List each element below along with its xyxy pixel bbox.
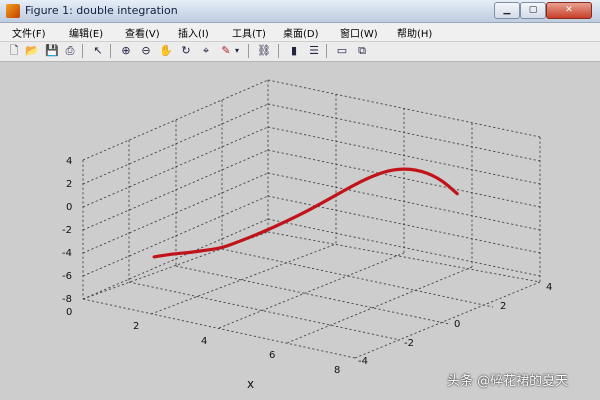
dropdown-arrow-icon[interactable]: ▾ (232, 43, 242, 59)
x-tick-label: 2 (133, 321, 139, 332)
link-plot-icon[interactable]: ⛓ (256, 43, 272, 59)
figure-toolbar: 🗋 📂 💾 ⎙ ↖ ⊕ ⊖ ✋ ↻ ⌖ ✎ ▾ ⛓ ▮ ☰ ▭ ⧉ (0, 42, 600, 62)
pan-hand-icon[interactable]: ✋ (158, 43, 174, 59)
menu-edit[interactable]: 编辑(E) (69, 25, 103, 40)
y-tick-label: 0 (454, 319, 460, 330)
zoom-in-icon[interactable]: ⊕ (118, 43, 134, 59)
menu-file[interactable]: 文件(F) (12, 25, 46, 40)
y-tick-label: -2 (404, 338, 414, 349)
menu-view[interactable]: 查看(V) (125, 25, 160, 40)
z-tick-label: 4 (66, 156, 72, 167)
z-tick-label: -4 (62, 248, 72, 259)
menu-desktop[interactable]: 桌面(D) (283, 25, 319, 40)
curve-series-line (152, 167, 459, 259)
matlab-figure-icon (6, 4, 20, 18)
toolbar-separator (82, 44, 83, 58)
y-tick-label: 2 (500, 301, 506, 312)
x-tick-label: 0 (66, 307, 72, 318)
figure-window: Figure 1: double integration ▁ ▢ ✕ 文件(F)… (0, 0, 600, 400)
new-file-icon[interactable]: 🗋 (6, 43, 22, 59)
x-tick-label: 6 (269, 350, 275, 361)
y-tick-label: 4 (546, 282, 552, 293)
curve-layer (152, 167, 459, 259)
x-tick-label: 4 (201, 336, 207, 347)
grid-lines (82, 79, 541, 359)
save-icon[interactable]: 💾 (44, 43, 60, 59)
figure-canvas[interactable]: 4 2 0 -2 -4 -6 -8 0 2 4 6 8 4 2 0 -2 -4 (0, 62, 600, 400)
menu-help[interactable]: 帮助(H) (397, 25, 432, 40)
z-tick-label: 0 (66, 202, 72, 213)
menu-window[interactable]: 窗口(W) (340, 25, 378, 40)
hide-plot-tools-icon[interactable]: ▭ (334, 43, 350, 59)
legend-icon[interactable]: ☰ (306, 43, 322, 59)
toolbar-separator (326, 44, 327, 58)
data-cursor-icon[interactable]: ⌖ (198, 43, 214, 59)
print-icon[interactable]: ⎙ (62, 43, 78, 59)
colorbar-icon[interactable]: ▮ (286, 43, 302, 59)
z-tick-label: -6 (62, 271, 72, 282)
watermark: 头条 @碎花裙的夏天 (447, 374, 569, 389)
maximize-button[interactable]: ▢ (520, 2, 546, 19)
title-bar[interactable]: Figure 1: double integration ▁ ▢ ✕ (0, 0, 600, 23)
x-tick-label: 8 (334, 365, 340, 376)
toolbar-separator (278, 44, 279, 58)
show-plot-tools-icon[interactable]: ⧉ (354, 43, 370, 59)
toolbar-separator (110, 44, 111, 58)
z-tick-label: -8 (62, 294, 72, 305)
close-button[interactable]: ✕ (546, 2, 592, 19)
z-tick-labels: 4 2 0 -2 -4 -6 -8 (62, 156, 72, 305)
rotate-3d-icon[interactable]: ↻ (178, 43, 194, 59)
toolbar-separator (248, 44, 249, 58)
x-tick-labels: 0 2 4 6 8 (66, 307, 340, 376)
z-tick-label: 2 (66, 179, 72, 190)
plot-3d-axes[interactable]: 4 2 0 -2 -4 -6 -8 0 2 4 6 8 4 2 0 -2 -4 (0, 62, 600, 400)
minimize-button[interactable]: ▁ (494, 2, 520, 19)
pointer-icon[interactable]: ↖ (90, 43, 106, 59)
menu-insert[interactable]: 插入(I) (178, 25, 209, 40)
y-tick-labels: 4 2 0 -2 -4 (358, 282, 552, 367)
zoom-out-icon[interactable]: ⊖ (138, 43, 154, 59)
menu-tools[interactable]: 工具(T) (232, 25, 266, 40)
y-tick-label: -4 (358, 356, 368, 367)
x-axis-label: x (247, 377, 254, 391)
window-title: Figure 1: double integration (25, 4, 178, 17)
open-folder-icon[interactable]: 📂 (24, 43, 40, 59)
z-tick-label: -2 (62, 225, 72, 236)
menu-bar: 文件(F) 编辑(E) 查看(V) 插入(I) 工具(T) 桌面(D) 窗口(W… (0, 23, 600, 42)
